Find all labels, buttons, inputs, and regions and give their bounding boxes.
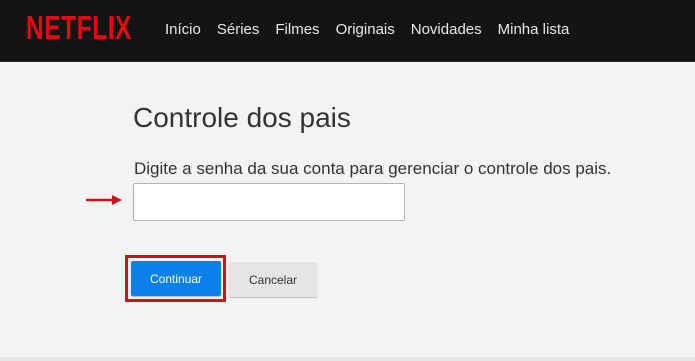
nav-item-minha-lista[interactable]: Minha lista [498,20,570,40]
footer-divider [0,357,695,361]
nav-item-filmes[interactable]: Filmes [275,20,319,40]
nav-item-series[interactable]: Séries [217,20,260,40]
top-navigation-bar: NETFLIX Início Séries Filmes Originais N… [0,0,695,62]
password-input[interactable] [133,183,405,221]
nav-item-originais[interactable]: Originais [336,20,395,40]
main-nav: Início Séries Filmes Originais Novidades… [165,20,585,40]
netflix-logo[interactable]: NETFLIX [26,10,132,48]
page-title: Controle dos pais [133,102,351,133]
nav-item-novidades[interactable]: Novidades [411,20,482,40]
arrow-right-icon [86,195,122,205]
cancel-button[interactable]: Cancelar [229,262,317,297]
continue-button[interactable]: Continuar [131,261,221,296]
nav-item-inicio[interactable]: Início [165,20,201,40]
password-instruction: Digite a senha da sua conta para gerenci… [134,159,612,178]
